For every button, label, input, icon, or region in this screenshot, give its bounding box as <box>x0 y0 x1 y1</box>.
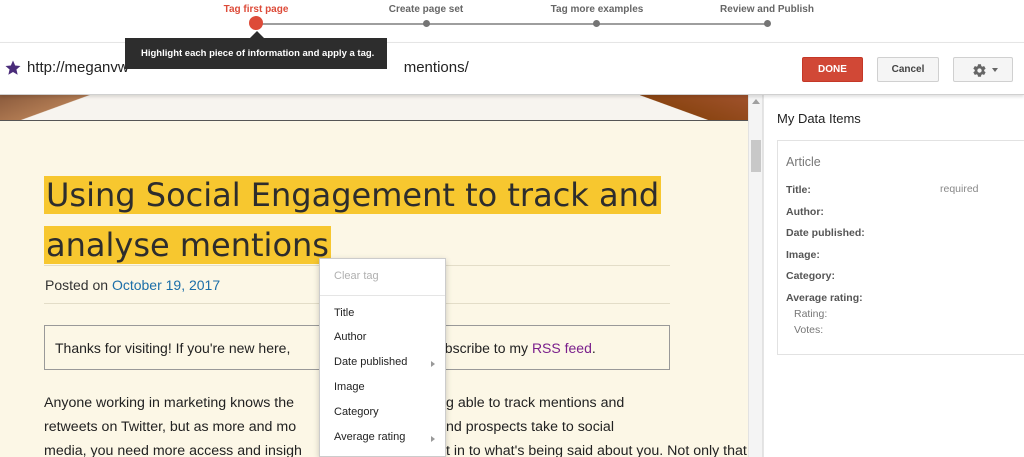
rss-feed-link[interactable]: RSS feed <box>532 340 592 356</box>
step-label-tag-first-page[interactable]: Tag first page <box>224 4 289 15</box>
step-label-review-and-publish[interactable]: Review and Publish <box>720 4 814 15</box>
step-dot-active[interactable] <box>249 16 263 30</box>
scrollbar-thumb[interactable] <box>751 140 761 172</box>
required-label: required <box>940 183 979 195</box>
field-category: Category: <box>786 270 836 282</box>
url-end: mentions/ <box>403 59 469 76</box>
step-dot[interactable] <box>423 20 430 27</box>
clear-tag-menu-item: Clear tag <box>334 270 379 282</box>
settings-menu-button[interactable] <box>953 57 1013 82</box>
submenu-arrow-icon <box>431 436 435 442</box>
menu-item-category[interactable]: Category <box>334 406 379 418</box>
stepper-line <box>256 23 768 25</box>
field-title: Title: <box>786 184 811 196</box>
post-title-highlighted[interactable]: Using Social Engagement to track and ana… <box>44 170 664 270</box>
submenu-arrow-icon <box>431 361 435 367</box>
title-line-2[interactable]: analyse mentions <box>44 226 331 264</box>
post-meta[interactable]: Posted on October 19, 2017 <box>45 277 220 293</box>
data-items-panel: My Data Items Article Title: required Au… <box>763 95 1024 457</box>
step-label-create-page-set[interactable]: Create page set <box>389 4 463 15</box>
header-banner-image <box>0 95 748 121</box>
menu-item-average-rating[interactable]: Average rating <box>334 431 405 443</box>
page-scrollbar[interactable] <box>748 95 763 457</box>
step-label-tag-more-examples[interactable]: Tag more examples <box>551 4 644 15</box>
notice-text-right: ubscribe to my RSS feed. <box>437 340 596 356</box>
menu-divider <box>320 295 445 296</box>
tag-first-page-screen: Tag first page Create page set Tag more … <box>0 0 1024 457</box>
post-date-link[interactable]: October 19, 2017 <box>112 277 220 293</box>
field-image: Image: <box>786 249 820 261</box>
field-author: Author: <box>786 206 824 218</box>
instruction-tooltip: Highlight each piece of information and … <box>125 31 387 69</box>
field-average-rating: Average rating: <box>786 292 863 304</box>
article-item-card[interactable]: Article Title: required Author: Date pub… <box>777 140 1024 355</box>
gear-icon <box>973 64 986 77</box>
step-dot[interactable] <box>764 20 771 27</box>
menu-item-image[interactable]: Image <box>334 381 365 393</box>
subfield-votes: Votes: <box>794 324 824 336</box>
subfield-rating: Rating: <box>794 308 828 320</box>
step-dot[interactable] <box>593 20 600 27</box>
item-type-title: Article <box>786 155 821 169</box>
panel-title: My Data Items <box>777 111 861 126</box>
scroll-up-icon[interactable] <box>752 99 760 104</box>
tag-context-menu: Clear tag Title Author Date published Im… <box>319 258 446 457</box>
url-start: http://meganvw <box>27 59 129 76</box>
menu-item-title[interactable]: Title <box>334 307 354 319</box>
menu-item-author[interactable]: Author <box>334 331 366 343</box>
progress-stepper: Tag first page Create page set Tag more … <box>0 0 1024 42</box>
notice-text-left: Thanks for visiting! If you're new here, <box>55 340 291 356</box>
cancel-button[interactable]: Cancel <box>877 57 939 82</box>
title-line-1[interactable]: Using Social Engagement to track and <box>44 176 662 214</box>
posted-prefix: Posted on <box>45 277 112 293</box>
chevron-down-icon <box>992 68 998 72</box>
star-icon[interactable] <box>4 59 22 77</box>
field-date-published: Date published: <box>786 227 865 239</box>
done-button[interactable]: DONE <box>802 57 863 82</box>
menu-item-date-published[interactable]: Date published <box>334 356 407 368</box>
